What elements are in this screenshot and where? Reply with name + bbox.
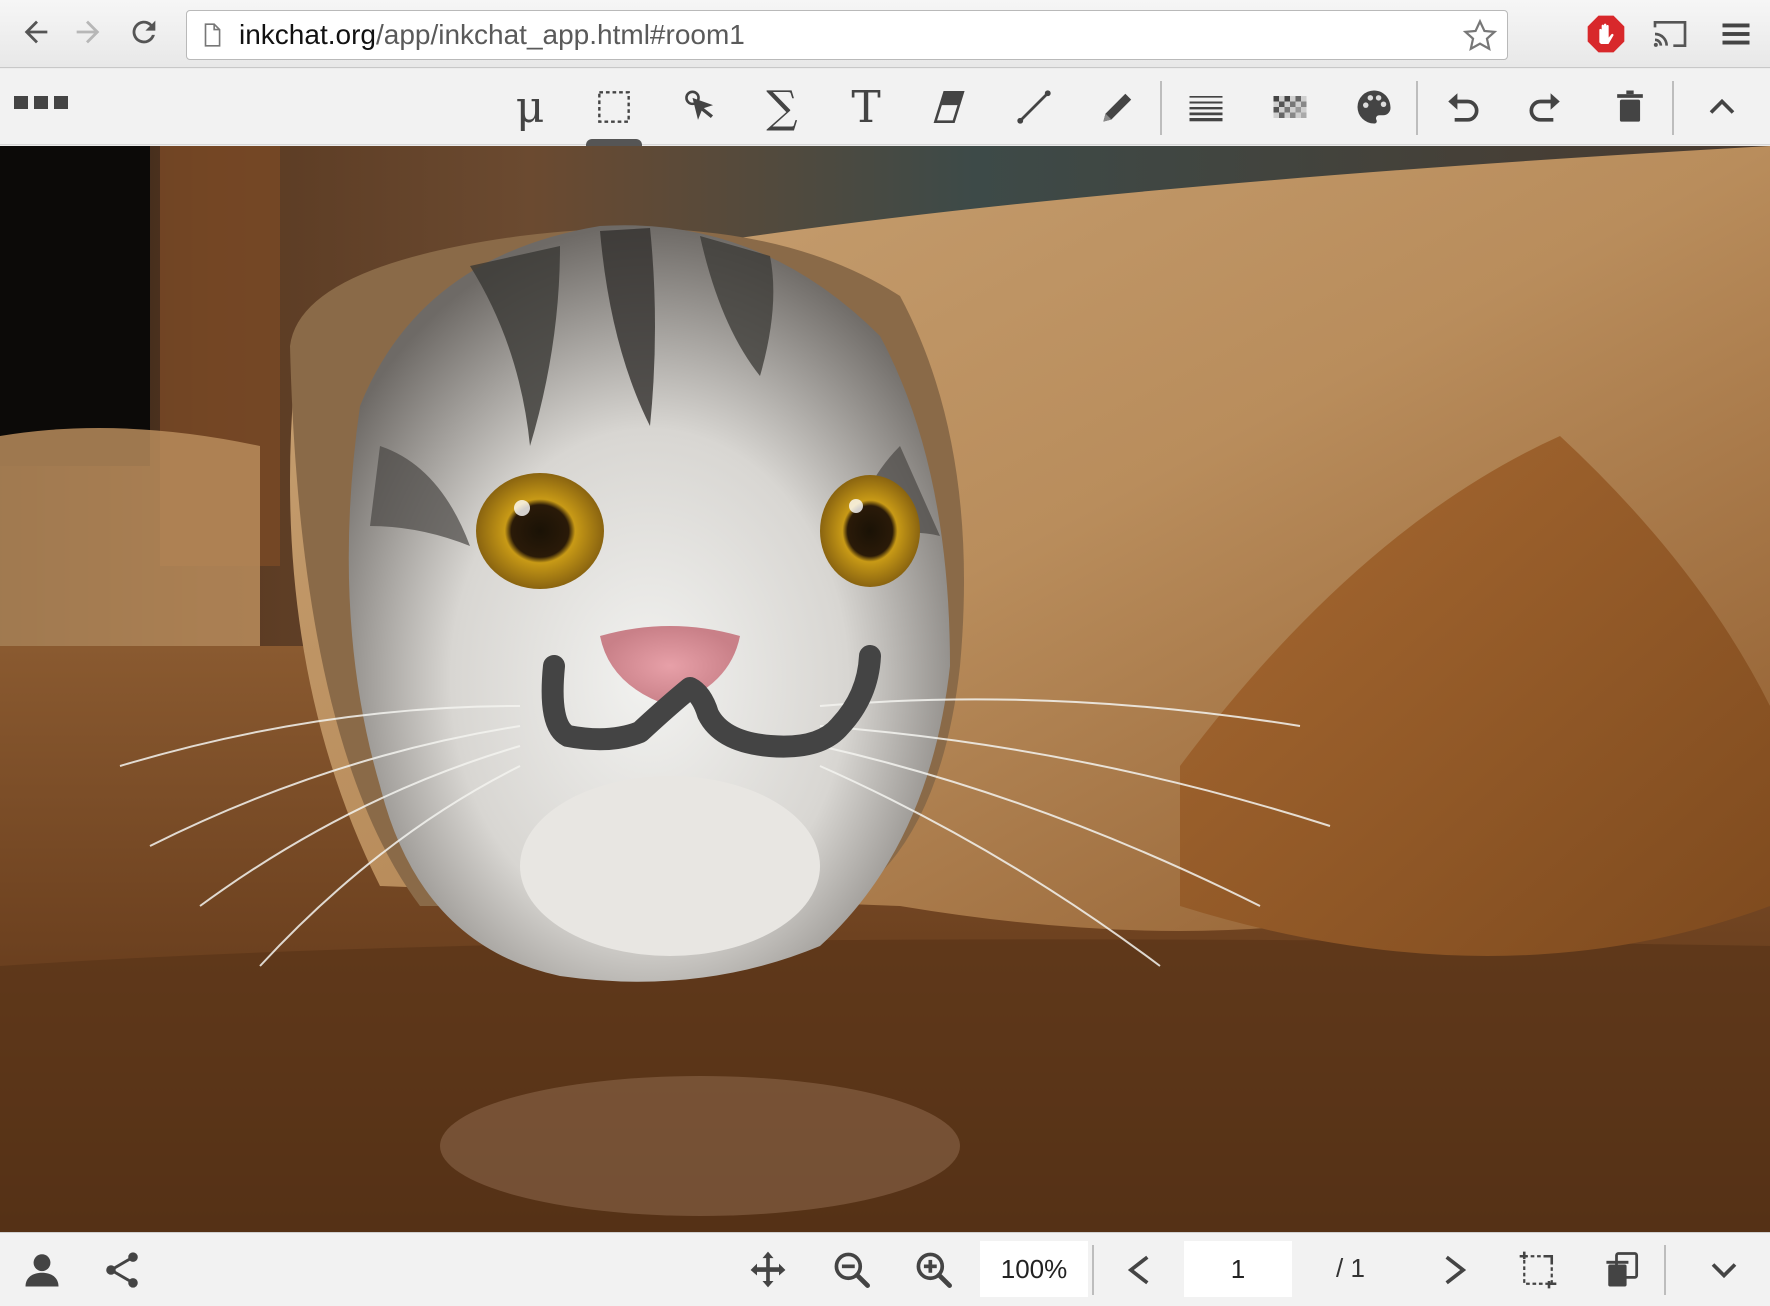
- toolbar-divider: [1160, 81, 1162, 135]
- redo-button[interactable]: [1516, 79, 1576, 135]
- text-tool[interactable]: T: [836, 79, 896, 135]
- pointer-icon: [685, 90, 714, 120]
- browser-menu-button[interactable]: [1712, 10, 1760, 58]
- previous-page-button[interactable]: [1112, 1243, 1168, 1297]
- collapse-toolbar-button[interactable]: [1692, 79, 1752, 135]
- cast-icon: [1653, 21, 1687, 47]
- share-button[interactable]: [94, 1243, 150, 1297]
- checkerboard-icon: [1273, 96, 1307, 118]
- line-width-tool[interactable]: [1176, 79, 1236, 135]
- chevron-up-icon: [1709, 98, 1735, 114]
- bottom-toolbar: 100% 1 / 1: [0, 1232, 1770, 1306]
- canvas-image: [0, 146, 1770, 1232]
- palette-icon: [1357, 90, 1391, 124]
- page-number-field[interactable]: 1: [1184, 1241, 1292, 1297]
- zoom-in-icon: [916, 1252, 952, 1288]
- page-crop-icon: [1519, 1251, 1557, 1289]
- next-page-button[interactable]: [1426, 1243, 1482, 1297]
- eraser-tool[interactable]: [920, 79, 980, 135]
- reload-icon: [132, 20, 156, 44]
- zoom-out-icon: [834, 1252, 870, 1288]
- line-width-icon: [1189, 96, 1223, 122]
- line-tool[interactable]: [1004, 79, 1064, 135]
- bottombar-divider: [1092, 1245, 1094, 1295]
- text-icon: T: [851, 81, 881, 133]
- drawing-canvas[interactable]: [0, 146, 1770, 1232]
- back-arrow-icon: [24, 20, 48, 44]
- toolbar-divider: [1416, 81, 1418, 135]
- star-icon[interactable]: [1461, 17, 1499, 55]
- math-tool[interactable]: ∑: [752, 79, 812, 135]
- user-button[interactable]: [14, 1243, 70, 1297]
- back-button[interactable]: [14, 10, 58, 54]
- pan-button[interactable]: [740, 1243, 796, 1297]
- chevron-right-icon: [1445, 1255, 1467, 1285]
- url-text: inkchat.org/app/inkchat_app.html#room1: [239, 19, 745, 51]
- pointer-tool[interactable]: [668, 79, 728, 135]
- share-icon: [106, 1252, 138, 1288]
- adblock-extension-button[interactable]: [1582, 10, 1630, 58]
- trash-icon: [1617, 90, 1643, 122]
- mu-icon: μ: [515, 81, 545, 133]
- eraser-icon: [933, 91, 965, 123]
- undo-button[interactable]: [1432, 79, 1492, 135]
- stop-hand-icon: [1587, 15, 1625, 53]
- page-size-button[interactable]: [1510, 1243, 1566, 1297]
- dashed-rectangle-icon: [598, 91, 630, 123]
- forward-button[interactable]: [66, 10, 110, 54]
- reload-button[interactable]: [122, 10, 166, 54]
- forward-arrow-icon: [76, 20, 100, 44]
- chevron-left-icon: [1127, 1255, 1149, 1285]
- line-icon: [1017, 90, 1051, 124]
- url-path: /app/inkchat_app.html#room1: [375, 19, 745, 50]
- select-tool[interactable]: [584, 79, 644, 147]
- cast-button[interactable]: [1646, 10, 1694, 58]
- chevron-down-icon: [1711, 1263, 1737, 1279]
- opacity-tool[interactable]: [1260, 79, 1320, 135]
- zoom-in-button[interactable]: [906, 1243, 962, 1297]
- delete-button[interactable]: [1600, 79, 1660, 135]
- sigma-icon: ∑: [766, 81, 798, 133]
- mu-tool[interactable]: μ: [500, 79, 560, 135]
- expand-bottom-button[interactable]: [1696, 1243, 1752, 1297]
- color-tool[interactable]: [1344, 79, 1404, 135]
- hamburger-menu-icon: [1722, 23, 1750, 45]
- paste-button[interactable]: [1594, 1243, 1650, 1297]
- pencil-tool[interactable]: [1088, 79, 1148, 135]
- pencil-icon: [1103, 93, 1132, 122]
- undo-icon: [1448, 93, 1479, 122]
- move-arrows-icon: [750, 1251, 786, 1288]
- app-menu-button[interactable]: [14, 96, 70, 116]
- zoom-out-button[interactable]: [824, 1243, 880, 1297]
- address-bar[interactable]: inkchat.org/app/inkchat_app.html#room1: [186, 10, 1508, 60]
- app-toolbar: μ ∑ T: [0, 69, 1770, 147]
- url-host: inkchat.org: [239, 19, 376, 50]
- page-icon: [197, 20, 227, 50]
- redo-icon: [1529, 93, 1560, 122]
- clipboard-trash-icon: [1606, 1252, 1639, 1287]
- browser-toolbar: inkchat.org/app/inkchat_app.html#room1: [0, 0, 1770, 68]
- zoom-level-field[interactable]: 100%: [980, 1241, 1088, 1297]
- bottombar-divider: [1664, 1245, 1666, 1295]
- toolbar-divider: [1672, 81, 1674, 135]
- user-icon: [25, 1254, 59, 1287]
- page-total: / 1: [1336, 1253, 1365, 1283]
